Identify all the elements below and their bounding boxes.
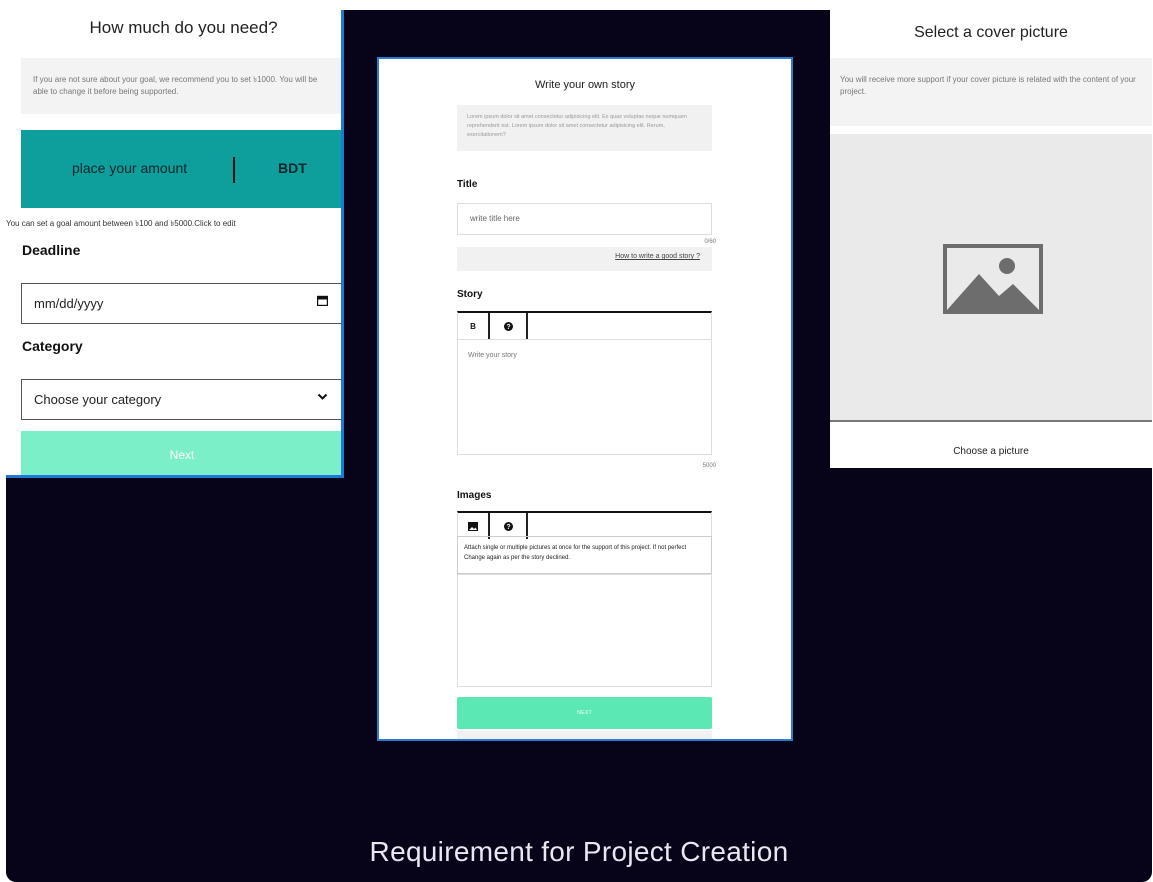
goal-recommendation-note: If you are not sure about your goal, we …: [21, 58, 341, 114]
category-label: Category: [22, 338, 83, 354]
help-icon: ?: [503, 521, 513, 531]
story-toolbar: B ?: [457, 311, 712, 339]
help-icon: ?: [503, 321, 513, 331]
images-description: Attach single or multiple pictures at on…: [457, 536, 712, 574]
deadline-label: Deadline: [22, 242, 81, 258]
image-icon: [468, 521, 478, 531]
amount-panel-title: How much do you need?: [89, 18, 278, 37]
images-toolbar: ?: [457, 511, 712, 539]
goal-range-hint: You can set a goal amount between ৳100 a…: [6, 219, 236, 228]
help-glyph: ?: [506, 324, 510, 331]
bold-button[interactable]: B: [458, 313, 490, 339]
deadline-date-input[interactable]: mm/dd/yyyy: [21, 283, 341, 324]
story-panel-title: Write your own story: [534, 79, 636, 91]
category-selected-value: Choose your category: [34, 392, 162, 407]
title-char-counter: 0/60: [704, 239, 716, 245]
images-label: Images: [457, 490, 492, 501]
story-panel: Write your own story Lorem ipsum dolor s…: [377, 57, 793, 741]
help-glyph: ?: [506, 524, 510, 531]
slide-caption: Requirement for Project Creation: [369, 836, 789, 867]
story-help-button[interactable]: ?: [490, 313, 528, 339]
choose-picture-button[interactable]: Choose a picture: [830, 446, 1152, 457]
currency-label: BDT: [278, 160, 307, 176]
cover-picture-preview[interactable]: [830, 134, 1152, 422]
picture-placeholder-icon: [943, 244, 1043, 314]
story-intro-text: Lorem ipsum dolor sit amet consectetur a…: [457, 105, 712, 151]
story-char-counter: 5000: [702, 463, 716, 469]
title-label: Title: [457, 179, 478, 190]
amount-input[interactable]: place your amount BDT: [21, 130, 341, 208]
stage: How much do you need? If you are not sur…: [6, 10, 1152, 882]
amount-placeholder: place your amount: [72, 160, 188, 176]
cover-picture-panel: Select a cover picture You will receive …: [830, 10, 1152, 468]
back-button[interactable]: [457, 731, 712, 739]
date-placeholder: mm/dd/yyyy: [34, 296, 104, 311]
howto-link[interactable]: How to write a good story ?: [457, 247, 712, 271]
cover-panel-title: Select a cover picture: [914, 24, 1068, 41]
next-button[interactable]: Next: [21, 431, 341, 475]
amount-divider: [233, 157, 235, 183]
images-drop-area[interactable]: [457, 574, 712, 687]
title-input[interactable]: write title here: [457, 203, 712, 235]
story-next-button[interactable]: NEXT: [457, 697, 712, 729]
amount-panel: How much do you need? If you are not sur…: [6, 10, 344, 478]
calendar-icon[interactable]: [316, 294, 329, 309]
chevron-down-icon: [317, 390, 328, 405]
story-label: Story: [457, 289, 483, 300]
category-select[interactable]: Choose your category: [21, 379, 341, 420]
story-textarea[interactable]: Write your story: [457, 339, 712, 455]
cover-note: You will receive more support if your co…: [830, 58, 1152, 126]
